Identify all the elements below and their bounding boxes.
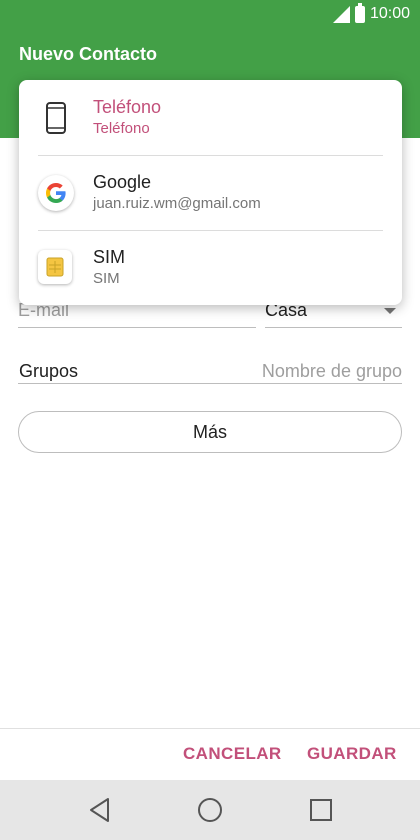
recents-icon[interactable] <box>310 799 332 821</box>
account-item-phone[interactable]: Teléfono Teléfono <box>19 80 402 155</box>
account-item-google[interactable]: Google juan.ruiz.wm@gmail.com <box>19 155 402 230</box>
save-button[interactable]: GUARDAR <box>307 744 397 764</box>
battery-icon <box>354 2 365 23</box>
more-button[interactable]: Más <box>18 411 402 453</box>
nav-bar <box>0 780 420 840</box>
page-title: Nuevo Contacto <box>19 44 158 64</box>
signal-icon <box>332 5 350 23</box>
groups-input[interactable]: Nombre de grupo <box>262 361 402 382</box>
status-bar: 10:00 <box>0 0 420 30</box>
cancel-button[interactable]: CANCELAR <box>183 744 282 764</box>
account-name: Google <box>93 172 152 192</box>
dropdown-arrow-icon <box>384 308 396 314</box>
account-subtitle: juan.ruiz.wm@gmail.com <box>93 195 261 212</box>
account-subtitle: SIM <box>93 270 120 287</box>
action-bar-divider <box>0 728 420 729</box>
account-dropdown: Teléfono Teléfono Google juan.ruiz.wm@gm… <box>19 80 402 305</box>
status-indicators: 10:00 <box>332 2 410 23</box>
phone-icon <box>46 102 66 134</box>
account-name: Teléfono <box>93 97 162 117</box>
account-subtitle: Teléfono <box>93 120 150 137</box>
account-name: SIM <box>93 247 126 267</box>
sim-card-icon <box>38 250 72 284</box>
back-icon[interactable] <box>88 797 112 823</box>
groups-label: Grupos <box>19 361 79 381</box>
account-item-sim[interactable]: SIM SIM <box>19 230 402 305</box>
status-time: 10:00 <box>369 5 410 22</box>
groups-row[interactable]: Grupos Nombre de grupo <box>18 358 402 384</box>
home-icon[interactable] <box>198 798 222 822</box>
google-icon <box>38 175 74 211</box>
